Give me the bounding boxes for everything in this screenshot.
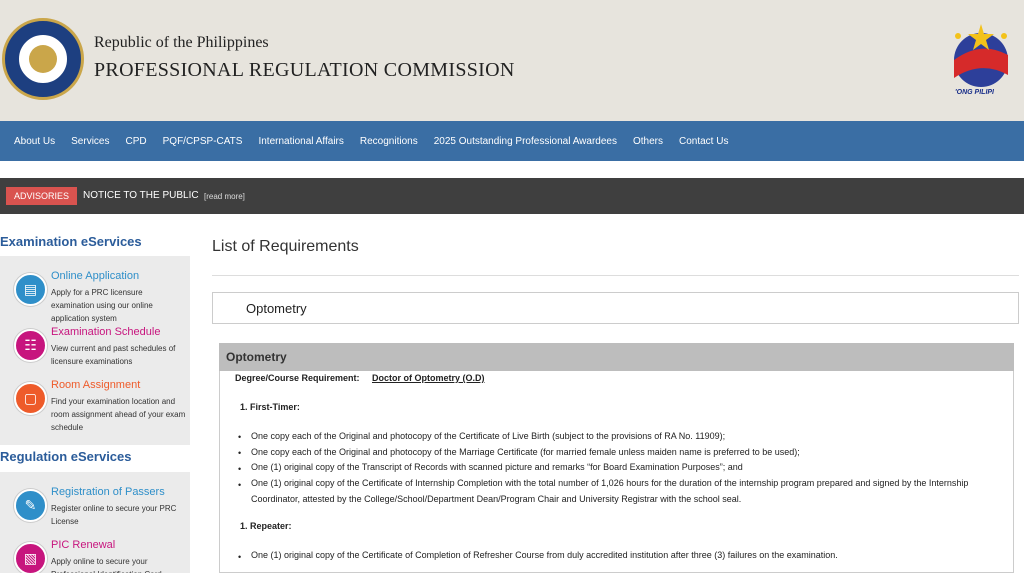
main-nav: About Us Services CPD PQF/CPSP-CATS Inte… (0, 121, 1024, 161)
nav-cpd[interactable]: CPD (118, 136, 155, 147)
registration-link[interactable]: Registration of Passers (51, 486, 165, 498)
requirement-item: One copy each of the Original and photoc… (251, 447, 800, 457)
pic-renewal-service[interactable]: ▧ PIC Renewal Apply online to secure you… (0, 525, 190, 573)
bagong-pilipinas-logo (954, 24, 1008, 87)
nav-awardees[interactable]: 2025 Outstanding Professional Awardees (426, 136, 625, 147)
pic-renewal-link[interactable]: PIC Renewal (51, 539, 115, 551)
bullet: • (238, 480, 242, 490)
exam-schedule-link[interactable]: Examination Schedule (51, 326, 160, 338)
nav-pqf[interactable]: PQF/CPSP-CATS (155, 136, 251, 147)
degree-label: Degree/Course Requirement: (235, 373, 360, 383)
requirements-panel-header: Optometry (219, 343, 1014, 371)
bagong-pilipinas-text: 'ONG PILIPI (955, 89, 995, 96)
bullet: • (238, 448, 242, 458)
commission-title: PROFESSIONAL REGULATION COMMISSION (94, 59, 515, 81)
read-more-link[interactable]: [read more] (204, 192, 245, 201)
nav-about-us[interactable]: About Us (6, 136, 63, 147)
prc-seal-logo[interactable] (2, 18, 84, 100)
exam-eservices-title: Examination eServices (0, 234, 142, 249)
calendar-icon: ☷ (14, 329, 47, 362)
id-card-icon: ▧ (14, 542, 47, 573)
room-icon: ▢ (14, 382, 47, 415)
bullet: • (238, 432, 242, 442)
profession-select[interactable]: Optometry (212, 292, 1019, 324)
degree-value: Doctor of Optometry (O.D) (372, 373, 485, 383)
room-assignment-link[interactable]: Room Assignment (51, 379, 140, 391)
nav-services[interactable]: Services (63, 136, 117, 147)
reg-eservices-title: Regulation eServices (0, 449, 132, 464)
panel-title: Optometry (226, 350, 287, 364)
nav-contact-us[interactable]: Contact Us (671, 136, 736, 147)
nav-international-affairs[interactable]: International Affairs (250, 136, 351, 147)
bullet: • (238, 552, 242, 562)
advisories-tag[interactable]: ADVISORIES (6, 187, 78, 205)
notice-text[interactable]: NOTICE TO THE PUBLIC (83, 190, 199, 201)
title-divider (212, 275, 1019, 276)
exam-schedule-desc: View current and past schedules of licen… (51, 344, 176, 366)
registration-icon: ✎ (14, 489, 47, 522)
requirement-item: One (1) original copy of the Certificate… (251, 478, 969, 504)
page-title: List of Requirements (212, 238, 359, 255)
bullet: • (238, 464, 242, 474)
repeater-heading: 1. Repeater: (240, 521, 292, 531)
profession-select-value: Optometry (246, 301, 307, 316)
requirement-item: One (1) original copy of the Transcript … (251, 462, 743, 472)
nav-others[interactable]: Others (625, 136, 671, 147)
pic-renewal-desc: Apply online to secure your Professional… (51, 557, 162, 573)
nav-recognitions[interactable]: Recognitions (352, 136, 426, 147)
requirement-item: One (1) original copy of the Certificate… (251, 550, 838, 560)
requirement-item: One copy each of the Original and photoc… (251, 431, 726, 441)
room-assignment-desc: Find your examination location and room … (51, 397, 186, 432)
online-application-link[interactable]: Online Application (51, 270, 139, 282)
republic-label: Republic of the Philippines (94, 34, 269, 51)
first-timer-heading: 1. First-Timer: (240, 402, 300, 412)
online-application-desc: Apply for a PRC licensure examination us… (51, 288, 153, 323)
application-icon: ▤ (14, 273, 47, 306)
